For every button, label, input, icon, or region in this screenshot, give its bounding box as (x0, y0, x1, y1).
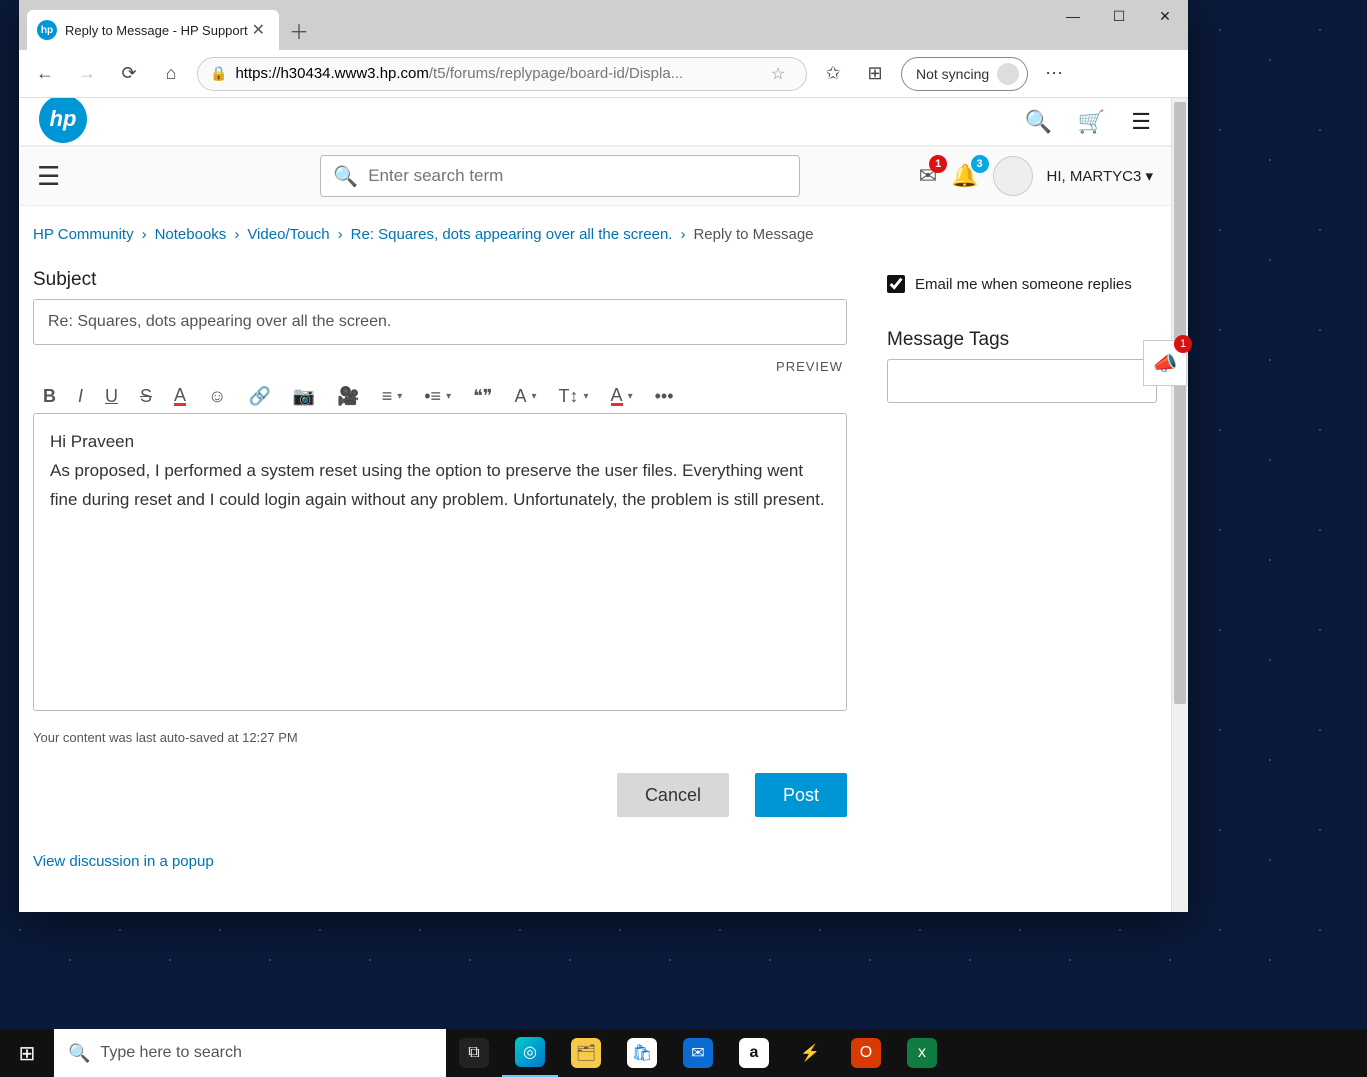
tab-title: Reply to Message - HP Support (65, 23, 248, 38)
taskbar-app-explorer[interactable]: 🗂 (558, 1029, 614, 1077)
search-icon: 🔍 (333, 164, 358, 189)
feedback-tab[interactable]: 📣1 (1143, 340, 1187, 386)
chevron-right-icon: › (680, 226, 685, 243)
browser-toolbar: ← → ⟳ ⌂ 🔒 https://h30434.www3.hp.com/t5/… (19, 50, 1188, 98)
windows-taskbar: ⊞ 🔍 Type here to search ⧉ ◎ 🗂 🛍 ✉ a ⚡ O … (0, 1029, 1367, 1077)
notifications-icon[interactable]: 🔔 3 (951, 163, 978, 189)
view-discussion-popup-link[interactable]: View discussion in a popup (33, 853, 214, 870)
inbox-icon[interactable]: ✉ 1 (919, 163, 937, 189)
window-minimize-button[interactable]: — (1050, 0, 1096, 32)
hp-favicon: hp (37, 20, 57, 40)
post-button[interactable]: Post (755, 773, 847, 817)
start-button[interactable]: ⊞ (0, 1029, 54, 1077)
text-color-button[interactable]: A (174, 387, 186, 406)
hp-top-header: hp 🔍 🛒 ☰ (19, 98, 1171, 146)
subject-input[interactable] (33, 299, 847, 345)
taskbar-app-store[interactable]: 🛍 (614, 1029, 670, 1077)
search-icon: 🔍 (68, 1043, 90, 1064)
taskbar-search-placeholder: Type here to search (100, 1044, 241, 1062)
link-button[interactable]: 🔗 (248, 386, 270, 407)
font-size-button[interactable]: T↕ (559, 386, 589, 407)
crumb-thread[interactable]: Re: Squares, dots appearing over all the… (351, 226, 673, 243)
back-button[interactable]: ← (29, 58, 61, 90)
crumb-video-touch[interactable]: Video/Touch (247, 226, 329, 243)
message-body-input[interactable] (33, 413, 847, 711)
chevron-right-icon: › (338, 226, 343, 243)
photo-button[interactable]: 📷 (293, 386, 315, 407)
email-me-label: Email me when someone replies (915, 276, 1132, 293)
emoji-button[interactable]: ☺ (208, 386, 226, 407)
url-text: https://h30434.www3.hp.com/t5/forums/rep… (235, 65, 754, 82)
quote-button[interactable]: ❝❞ (473, 386, 492, 407)
refresh-button[interactable]: ⟳ (113, 58, 145, 90)
inbox-badge: 1 (929, 155, 947, 173)
font-color-button[interactable]: A (611, 387, 633, 406)
feedback-badge: 1 (1174, 335, 1192, 353)
hp-logo[interactable]: hp (39, 98, 87, 143)
message-tags-label: Message Tags (887, 329, 1157, 351)
favorites-button[interactable]: ✩ (817, 58, 849, 90)
taskbar-app-lightning[interactable]: ⚡ (782, 1029, 838, 1077)
taskbar-app-excel[interactable]: x (894, 1029, 950, 1077)
browser-menu-button[interactable]: ⋯ (1038, 58, 1070, 90)
browser-window: hp Reply to Message - HP Support ✕ ＋ — ☐… (19, 0, 1188, 912)
preview-link[interactable]: PREVIEW (37, 359, 843, 374)
ordered-list-button[interactable]: ≡ (382, 386, 403, 407)
taskbar-search[interactable]: 🔍 Type here to search (54, 1029, 446, 1077)
user-avatar[interactable] (993, 156, 1033, 196)
page-viewport: hp 🔍 🛒 ☰ ☰ 🔍 ✉ 1 🔔 3 (19, 98, 1188, 912)
browser-tab[interactable]: hp Reply to Message - HP Support ✕ (27, 10, 279, 50)
email-me-checkbox[interactable] (887, 275, 905, 293)
email-me-checkbox-row[interactable]: Email me when someone replies (887, 275, 1157, 293)
editor-toolbar: B I U S A ☺ 🔗 📷 🎥 ≡ •≡ ❝❞ A T↕ (33, 380, 847, 413)
crumb-current: Reply to Message (693, 226, 813, 243)
forward-button: → (71, 58, 103, 90)
address-bar[interactable]: 🔒 https://h30434.www3.hp.com/t5/forums/r… (197, 57, 807, 91)
site-search-icon[interactable]: 🔍 (1024, 109, 1051, 135)
favorite-star-icon[interactable]: ☆ (762, 58, 794, 90)
cart-icon[interactable]: 🛒 (1078, 109, 1105, 135)
home-button[interactable]: ⌂ (155, 58, 187, 90)
taskbar-app-edge[interactable]: ◎ (502, 1029, 558, 1077)
new-tab-button[interactable]: ＋ (279, 10, 319, 50)
user-greeting[interactable]: HI, MARTYC3 ▾ (1047, 167, 1153, 185)
chevron-right-icon: › (142, 226, 147, 243)
unordered-list-button[interactable]: •≡ (424, 386, 451, 407)
collections-button[interactable]: ⊞ (859, 58, 891, 90)
page-scrollbar[interactable] (1171, 98, 1188, 912)
cancel-button[interactable]: Cancel (617, 773, 729, 817)
community-search[interactable]: 🔍 (320, 155, 800, 197)
window-close-button[interactable]: ✕ (1142, 0, 1188, 32)
browser-titlebar: hp Reply to Message - HP Support ✕ ＋ — ☐… (19, 0, 1188, 50)
sync-label: Not syncing (916, 66, 989, 82)
chevron-right-icon: › (234, 226, 239, 243)
taskbar-app-amazon[interactable]: a (726, 1029, 782, 1077)
community-band: ☰ 🔍 ✉ 1 🔔 3 HI, MARTYC3 ▾ (19, 146, 1171, 206)
site-menu-icon[interactable]: ☰ (1131, 109, 1151, 135)
crumb-hp-community[interactable]: HP Community (33, 226, 134, 243)
lock-icon: 🔒 (210, 65, 227, 82)
profile-avatar-icon (997, 63, 1019, 85)
breadcrumb: HP Community › Notebooks › Video/Touch › Re… (19, 206, 1171, 251)
autosave-status: Your content was last auto-saved at 12:2… (33, 730, 847, 745)
taskbar-app-office[interactable]: O (838, 1029, 894, 1077)
tab-close-icon[interactable]: ✕ (248, 20, 269, 40)
subject-label: Subject (33, 269, 847, 291)
crumb-notebooks[interactable]: Notebooks (155, 226, 227, 243)
message-tags-input[interactable] (887, 359, 1157, 403)
notifications-badge: 3 (971, 155, 989, 173)
font-family-button[interactable]: A (514, 386, 536, 407)
profile-sync-button[interactable]: Not syncing (901, 57, 1028, 91)
video-button[interactable]: 🎥 (337, 386, 359, 407)
taskbar-app-mail[interactable]: ✉ (670, 1029, 726, 1077)
strike-button[interactable]: S (140, 386, 152, 407)
window-maximize-button[interactable]: ☐ (1096, 0, 1142, 32)
task-view-button[interactable]: ⧉ (446, 1029, 502, 1077)
more-tools-button[interactable]: ••• (655, 386, 674, 407)
italic-button[interactable]: I (78, 386, 83, 407)
community-menu-icon[interactable]: ☰ (37, 161, 60, 192)
community-search-input[interactable] (368, 166, 787, 186)
bold-button[interactable]: B (43, 386, 56, 407)
underline-button[interactable]: U (105, 386, 118, 407)
